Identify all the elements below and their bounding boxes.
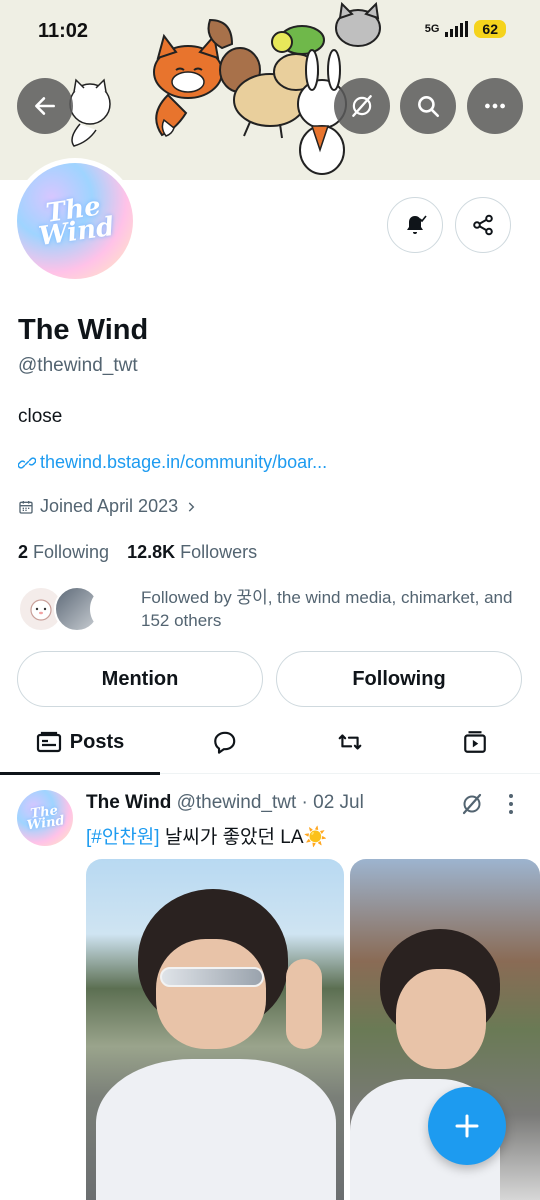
following-stat-label: Following: [33, 542, 110, 562]
followed-by-row[interactable]: Followed by 꿍이, the wind media, chimarke…: [18, 584, 522, 634]
profile-avatar[interactable]: The Wind: [12, 158, 138, 284]
photo-sunglasses: [160, 967, 264, 987]
grok-button[interactable]: [334, 78, 390, 134]
photo-subject: [396, 969, 486, 1069]
followers-stat-label: Followers: [180, 542, 258, 562]
post-photo[interactable]: [86, 859, 344, 1200]
share-button[interactable]: [455, 197, 511, 253]
tab-posts-label: Posts: [69, 730, 125, 753]
post-more-icon[interactable]: [500, 792, 522, 816]
post-author-avatar[interactable]: The Wind: [17, 790, 73, 846]
followers-stat[interactable]: 12.8K Followers: [127, 542, 257, 563]
profile-handle: @thewind_twt: [18, 355, 138, 376]
notifications-button[interactable]: [387, 197, 443, 253]
profile-bio: close: [18, 406, 63, 427]
compose-post-button[interactable]: [428, 1087, 506, 1165]
following-stat[interactable]: 2 Following: [18, 542, 109, 563]
chevron-right-icon: [188, 501, 195, 512]
tab-media[interactable]: [410, 710, 540, 774]
post-date[interactable]: 02 Jul: [313, 792, 364, 813]
profile-display-name: The Wind: [18, 314, 149, 346]
website-text: thewind.bstage.in/community/boar...: [40, 452, 328, 472]
post-separator: ·: [301, 792, 308, 813]
link-icon: [18, 456, 36, 469]
network-label: 5G: [424, 23, 440, 35]
posts-icon: [36, 731, 61, 753]
tab-reposts[interactable]: [290, 710, 410, 774]
photo-subject: [96, 1059, 336, 1200]
follower-avatar: [90, 586, 136, 632]
tab-posts[interactable]: Posts: [0, 710, 160, 775]
retweet-icon: [338, 734, 362, 750]
post-grok-icon[interactable]: [460, 792, 484, 816]
avatar-logo-text: The Wind: [36, 191, 117, 253]
post-avatar-logo-text: The Wind: [25, 803, 66, 834]
bell-check-icon: [407, 215, 427, 234]
avatar-image: The Wind: [17, 163, 133, 279]
back-button[interactable]: [17, 78, 73, 134]
post-header: The Wind @thewind_twt · 02 Jul: [86, 792, 364, 814]
share-icon: [473, 214, 493, 236]
calendar-icon: [19, 500, 33, 514]
media-icon: [464, 731, 486, 753]
following-button[interactable]: Following: [276, 651, 522, 707]
search-button[interactable]: [400, 78, 456, 134]
more-horizontal-icon: [485, 103, 505, 109]
following-count: 2: [18, 542, 29, 562]
mention-button[interactable]: Mention: [17, 651, 263, 707]
followers-count: 12.8K: [127, 542, 176, 562]
battery-indicator: 62: [474, 20, 506, 38]
post-author-name[interactable]: The Wind: [86, 792, 171, 813]
photo-hand: [286, 959, 322, 1049]
more-options-button[interactable]: [467, 78, 523, 134]
photo-subject: [156, 939, 266, 1049]
arrow-left-icon: [35, 97, 55, 115]
grok-icon: [352, 95, 372, 117]
status-time: 11:02: [38, 20, 89, 42]
post-author-handle[interactable]: @thewind_twt: [177, 792, 297, 813]
joined-date-row[interactable]: Joined April 2023: [18, 496, 198, 517]
post-text: [#안찬원] 날씨가 좋았던 LA☀️: [86, 822, 327, 849]
search-icon: [418, 96, 440, 118]
status-icons: 5G 62: [425, 20, 506, 38]
status-bar: 11:02 5G 62: [0, 0, 540, 64]
post-hashtag[interactable]: [#안찬원]: [86, 827, 160, 848]
followed-by-text: Followed by 꿍이, the wind media, chimarke…: [141, 588, 513, 630]
active-tab-indicator: [0, 772, 160, 775]
profile-tabs: Posts: [0, 710, 540, 775]
post-body: 날씨가 좋았던 LA☀️: [159, 827, 328, 848]
tab-replies[interactable]: [160, 710, 290, 774]
profile-website-link[interactable]: thewind.bstage.in/community/boar...: [18, 452, 327, 473]
profile-banner[interactable]: 11:02 5G 62: [0, 0, 540, 180]
follow-stats: 2 Following 12.8K Followers: [18, 542, 257, 563]
signal-icon: [445, 21, 469, 37]
plus-icon: [455, 1114, 479, 1138]
reply-bubble-icon: [214, 731, 236, 754]
joined-text: Joined April 2023: [40, 496, 179, 516]
